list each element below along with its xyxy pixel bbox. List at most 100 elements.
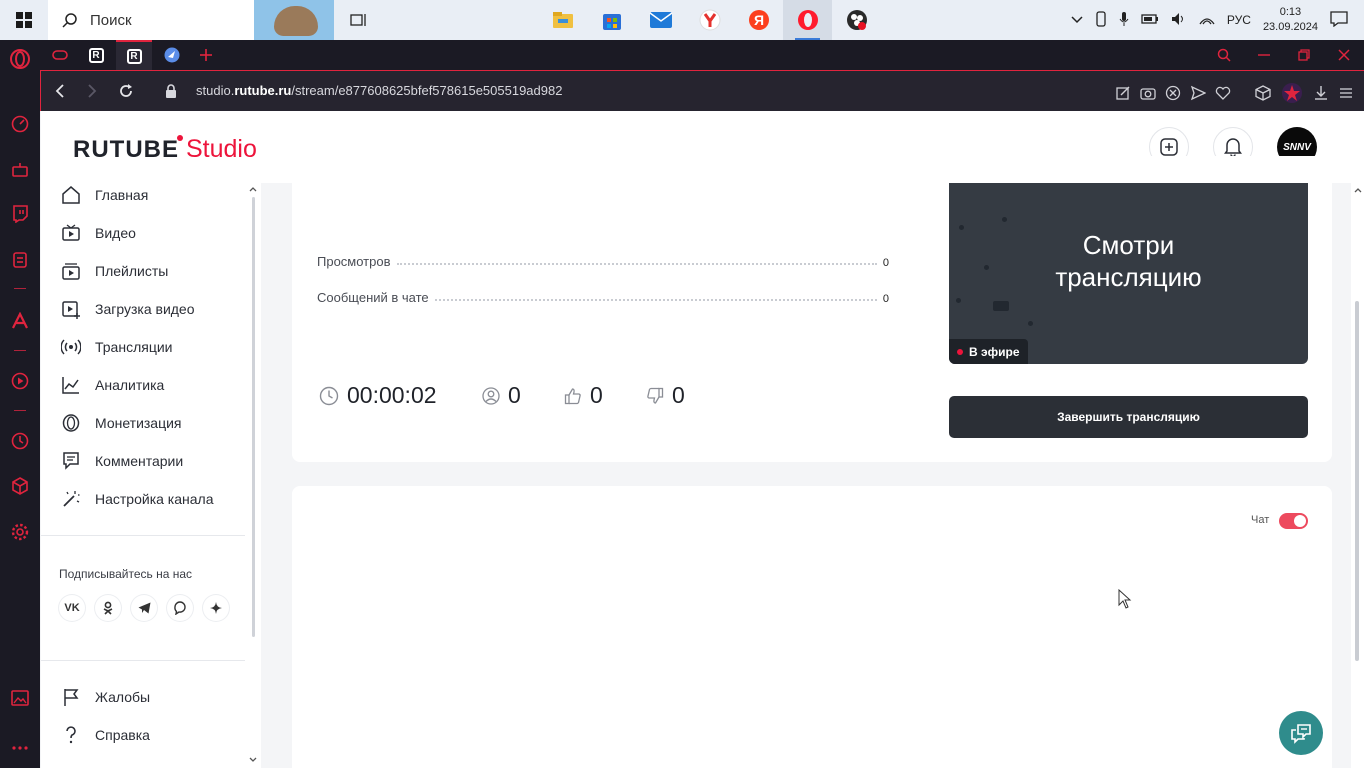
obs-icon[interactable] bbox=[832, 0, 881, 40]
reload-icon[interactable] bbox=[117, 82, 135, 100]
viewers-icon bbox=[482, 386, 500, 405]
file-explorer-icon[interactable] bbox=[538, 0, 587, 40]
send-icon[interactable] bbox=[1190, 85, 1207, 106]
volume-icon[interactable] bbox=[1171, 12, 1187, 29]
dzen-icon[interactable] bbox=[203, 595, 229, 621]
url-field[interactable]: studio.rutube.ru/stream/e877608625bfef57… bbox=[196, 83, 562, 98]
battery-icon[interactable] bbox=[1141, 13, 1159, 28]
stream-preview[interactable]: Смотри трансляцию В эфире bbox=[949, 183, 1308, 364]
discord-icon[interactable] bbox=[9, 249, 31, 271]
adblock-icon[interactable] bbox=[1165, 85, 1181, 106]
back-icon[interactable] bbox=[51, 82, 69, 100]
stream-info-card: Просмотров 0 Сообщений в чате 0 Смотри т… bbox=[292, 156, 1332, 462]
yandex-browser-icon[interactable] bbox=[685, 0, 734, 40]
sidebar-scroll-thumb[interactable] bbox=[252, 197, 255, 637]
lock-icon[interactable] bbox=[162, 82, 180, 100]
sidebar-scrollbar[interactable] bbox=[245, 183, 261, 768]
main-scroll-thumb[interactable] bbox=[1355, 301, 1359, 661]
opera-menu-icon[interactable] bbox=[9, 48, 31, 70]
minimize-icon[interactable] bbox=[1246, 40, 1282, 70]
sidebar-separator bbox=[14, 410, 26, 411]
maximize-icon[interactable] bbox=[1286, 40, 1322, 70]
aria-icon[interactable] bbox=[9, 310, 31, 332]
sidebar-item-upload[interactable]: Загрузка видео bbox=[41, 290, 245, 328]
support-chat-icon bbox=[1291, 724, 1311, 744]
easy-setup-icon[interactable] bbox=[1338, 86, 1354, 105]
gallery-icon[interactable] bbox=[9, 687, 31, 709]
end-stream-button[interactable]: Завершить трансляцию bbox=[949, 396, 1308, 438]
comments-icon bbox=[63, 452, 79, 470]
forward-icon[interactable] bbox=[83, 82, 101, 100]
decor-dot bbox=[993, 301, 1009, 311]
magic-wand-icon bbox=[63, 491, 80, 507]
clock[interactable]: 0:13 23.09.2024 bbox=[1263, 5, 1318, 35]
sidebar-item-analytics[interactable]: Аналитика bbox=[41, 366, 245, 404]
support-chat-button[interactable] bbox=[1279, 711, 1323, 755]
live-badge: В эфире bbox=[949, 339, 1028, 364]
preview-line-2: трансляцию bbox=[1055, 262, 1202, 292]
tab-bird[interactable] bbox=[154, 40, 190, 70]
viber-icon[interactable] bbox=[167, 595, 193, 621]
main-scrollbar[interactable] bbox=[1351, 183, 1364, 768]
notifications-icon[interactable] bbox=[1330, 10, 1348, 30]
download-icon[interactable] bbox=[1313, 85, 1329, 106]
task-view-icon[interactable] bbox=[334, 0, 384, 40]
mail-icon[interactable] bbox=[636, 0, 685, 40]
heart-icon[interactable] bbox=[1215, 85, 1231, 106]
sidebar-item-complaints[interactable]: Жалобы bbox=[41, 678, 245, 716]
sidebar-item-home[interactable]: Главная bbox=[41, 176, 245, 214]
camera-icon[interactable] bbox=[1140, 85, 1156, 106]
microsoft-store-icon[interactable] bbox=[587, 0, 636, 40]
speed-dial-icon[interactable] bbox=[9, 113, 31, 135]
tab-game[interactable] bbox=[42, 40, 78, 70]
gaming-icon[interactable] bbox=[9, 159, 31, 181]
sidebar-item-playlists[interactable]: Плейлисты bbox=[41, 252, 245, 290]
rutube-studio-logo[interactable]: RUTUBE Studio bbox=[73, 135, 257, 164]
windows-start-icon[interactable] bbox=[0, 0, 48, 40]
sidebar-item-broadcasts[interactable]: Трансляции bbox=[41, 328, 245, 366]
telegram-icon[interactable] bbox=[131, 595, 157, 621]
sidebar-item-help[interactable]: Справка bbox=[41, 716, 245, 754]
more-icon[interactable] bbox=[9, 737, 31, 759]
chevron-up-icon[interactable] bbox=[1071, 13, 1083, 27]
cube-icon[interactable] bbox=[1255, 85, 1271, 106]
language-indicator[interactable]: РУС bbox=[1227, 13, 1251, 27]
extensions-icon[interactable] bbox=[9, 475, 31, 497]
settings-icon[interactable] bbox=[9, 521, 31, 543]
home-icon bbox=[62, 186, 80, 204]
chat-toggle[interactable] bbox=[1279, 513, 1308, 529]
sidebar-item-monetization[interactable]: Монетизация bbox=[41, 404, 245, 442]
stream-likes: 0 bbox=[564, 382, 603, 409]
stat-views: Просмотров 0 bbox=[317, 251, 889, 269]
history-icon[interactable] bbox=[9, 430, 31, 452]
tab-rutube[interactable]: R bbox=[78, 40, 114, 70]
edit-icon[interactable] bbox=[1115, 85, 1131, 106]
twitch-icon[interactable] bbox=[9, 203, 31, 225]
vk-icon[interactable]: VK bbox=[59, 595, 85, 621]
wifi-icon[interactable] bbox=[1199, 12, 1215, 29]
dotted-leader bbox=[434, 299, 877, 301]
player-icon[interactable] bbox=[9, 370, 31, 392]
new-tab-icon[interactable] bbox=[188, 40, 224, 70]
odnoklassniki-icon[interactable] bbox=[95, 595, 121, 621]
opera-icon[interactable] bbox=[783, 0, 832, 40]
sidebar-item-video[interactable]: Видео bbox=[41, 214, 245, 252]
sidebar-item-comments[interactable]: Комментарии bbox=[41, 442, 245, 480]
profile-avatar-icon[interactable] bbox=[1280, 82, 1304, 109]
close-icon[interactable] bbox=[1326, 40, 1362, 70]
studio-sidebar: Главная Видео Плейлисты Загрузка видео Т… bbox=[41, 183, 245, 768]
device-icon[interactable] bbox=[1095, 10, 1107, 30]
tab-rutube-studio[interactable]: R bbox=[116, 40, 152, 70]
tab-search-icon[interactable] bbox=[1206, 40, 1242, 70]
scroll-down-icon[interactable] bbox=[249, 757, 257, 763]
sidebar-divider bbox=[41, 535, 245, 536]
scroll-up-icon[interactable] bbox=[249, 186, 257, 192]
decor-dot bbox=[1028, 321, 1033, 326]
yandex-icon[interactable]: Я bbox=[734, 0, 783, 40]
taskbar-search[interactable]: Поиск bbox=[48, 0, 334, 40]
microphone-icon[interactable] bbox=[1119, 11, 1129, 30]
decor-dot bbox=[1002, 217, 1007, 222]
scroll-up-icon[interactable] bbox=[1354, 187, 1362, 193]
thumbs-down-icon bbox=[647, 387, 664, 404]
sidebar-item-channel-settings[interactable]: Настройка канала bbox=[41, 480, 245, 518]
